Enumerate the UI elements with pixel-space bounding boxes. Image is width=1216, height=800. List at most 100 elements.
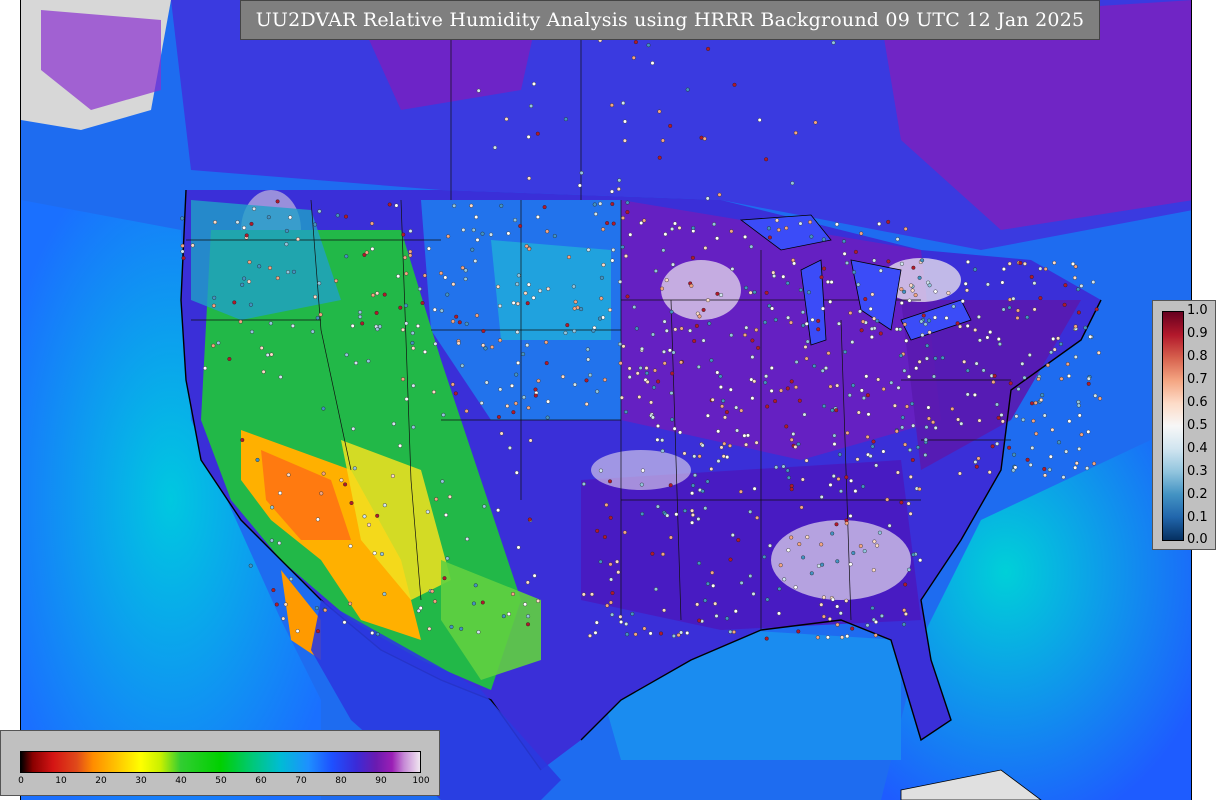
station-dot bbox=[785, 468, 790, 473]
rh-tick: 10 bbox=[55, 776, 67, 786]
station-dot bbox=[919, 319, 924, 324]
station-dot bbox=[730, 267, 735, 272]
station-dot bbox=[750, 338, 755, 343]
station-dot bbox=[879, 613, 884, 618]
station-dot bbox=[1007, 297, 1012, 302]
station-dot bbox=[862, 549, 867, 554]
station-dot bbox=[625, 200, 630, 205]
station-dot bbox=[439, 308, 444, 313]
station-dot bbox=[625, 632, 630, 637]
obs-tick: 0.2 bbox=[1187, 487, 1208, 502]
station-dot bbox=[396, 274, 401, 279]
station-dot bbox=[584, 402, 589, 407]
station-dot bbox=[416, 324, 421, 329]
station-dot bbox=[515, 330, 520, 335]
station-dot bbox=[908, 448, 913, 453]
station-dot bbox=[290, 323, 295, 328]
station-dot bbox=[850, 626, 855, 631]
station-dot bbox=[605, 603, 610, 608]
station-dot bbox=[610, 612, 615, 617]
station-dot bbox=[861, 319, 866, 324]
station-dot bbox=[506, 612, 511, 617]
station-dot bbox=[464, 321, 469, 326]
station-dot bbox=[592, 202, 597, 207]
station-dot bbox=[717, 192, 722, 197]
station-dot bbox=[404, 397, 409, 402]
station-dot bbox=[1064, 449, 1069, 454]
station-dot bbox=[729, 229, 734, 234]
station-dot bbox=[895, 470, 900, 475]
station-dot bbox=[525, 580, 530, 585]
station-dot bbox=[211, 303, 216, 308]
station-dot bbox=[706, 46, 711, 51]
station-dot bbox=[838, 611, 843, 616]
station-dot bbox=[677, 225, 682, 230]
station-dot bbox=[840, 635, 845, 640]
station-dot bbox=[457, 320, 462, 325]
station-dot bbox=[529, 103, 534, 108]
station-dot bbox=[865, 393, 870, 398]
obs-tick: 0.3 bbox=[1187, 464, 1208, 479]
station-dot bbox=[944, 316, 949, 321]
station-dot bbox=[621, 344, 626, 349]
station-dot bbox=[917, 275, 922, 280]
station-dot bbox=[546, 286, 551, 291]
station-dot bbox=[1042, 413, 1047, 418]
station-dot bbox=[526, 614, 531, 619]
station-dot bbox=[484, 380, 489, 385]
station-dot bbox=[531, 295, 536, 300]
station-dot bbox=[688, 328, 693, 333]
station-dot bbox=[1040, 393, 1045, 398]
station-dot bbox=[433, 599, 438, 604]
station-dot bbox=[431, 390, 436, 395]
station-dot bbox=[748, 509, 753, 514]
station-dot bbox=[866, 412, 871, 417]
station-dot bbox=[809, 571, 814, 576]
station-dot bbox=[824, 366, 829, 371]
station-dot bbox=[746, 433, 751, 438]
station-dot bbox=[995, 402, 1000, 407]
station-dot bbox=[850, 340, 855, 345]
station-dot bbox=[524, 244, 529, 249]
station-dot bbox=[572, 329, 577, 334]
station-dot bbox=[789, 437, 794, 442]
station-dot bbox=[581, 482, 586, 487]
station-dot bbox=[813, 120, 818, 125]
station-dot bbox=[777, 586, 782, 591]
station-dot bbox=[535, 214, 540, 219]
station-dot bbox=[870, 606, 875, 611]
station-dot bbox=[977, 338, 982, 343]
station-dot bbox=[1025, 315, 1030, 320]
station-dot bbox=[869, 335, 874, 340]
station-dot bbox=[619, 395, 624, 400]
station-dot bbox=[410, 341, 415, 346]
station-dot bbox=[808, 220, 813, 225]
station-dot bbox=[705, 581, 710, 586]
station-dot bbox=[382, 503, 387, 508]
station-dot bbox=[1027, 353, 1032, 358]
station-dot bbox=[471, 601, 476, 606]
station-dot bbox=[593, 630, 598, 635]
station-dot bbox=[594, 620, 599, 625]
rh-tick: 60 bbox=[255, 776, 267, 786]
rh-tick: 50 bbox=[215, 776, 227, 786]
station-dot bbox=[940, 355, 945, 360]
station-dot bbox=[851, 551, 856, 556]
station-dot bbox=[1034, 431, 1039, 436]
station-dot bbox=[874, 620, 879, 625]
station-dot bbox=[848, 311, 853, 316]
station-dot bbox=[371, 293, 376, 298]
station-dot bbox=[321, 406, 326, 411]
station-dot bbox=[446, 234, 451, 239]
station-dot bbox=[764, 290, 769, 295]
station-dot bbox=[451, 319, 456, 324]
station-dot bbox=[255, 457, 260, 462]
station-dot bbox=[632, 305, 637, 310]
station-dot bbox=[732, 82, 737, 87]
station-dot bbox=[631, 55, 636, 60]
station-dot bbox=[257, 264, 262, 269]
station-dot bbox=[469, 203, 474, 208]
station-dot bbox=[797, 542, 802, 547]
station-dot bbox=[408, 249, 413, 254]
station-dot bbox=[616, 187, 621, 192]
